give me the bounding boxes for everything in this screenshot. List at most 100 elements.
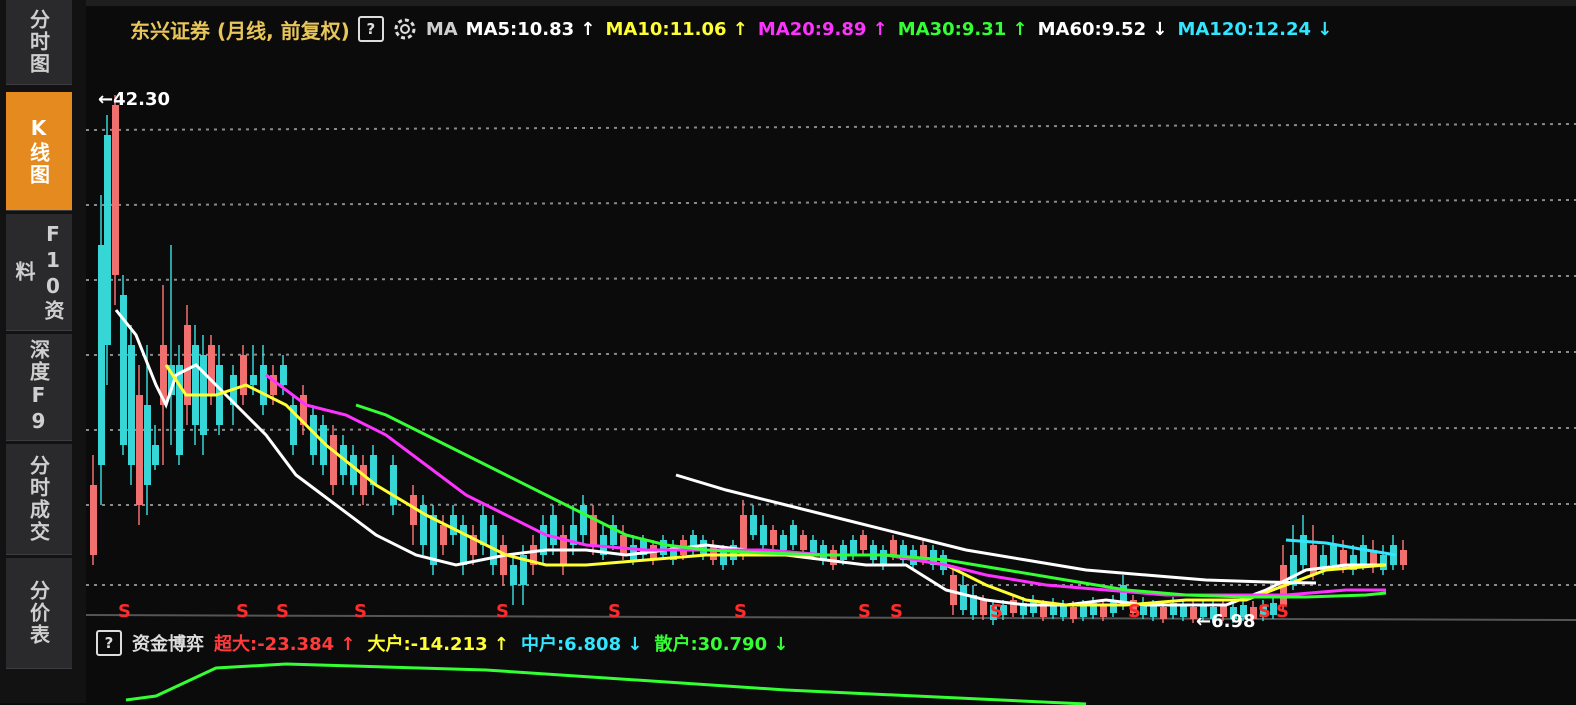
- candle-body: [360, 465, 367, 495]
- candle-body: [820, 545, 827, 560]
- fund-help-icon[interactable]: ?: [96, 630, 122, 656]
- candle-body: [790, 525, 797, 545]
- fund-flow-chart: [125, 662, 1087, 705]
- candlestick-chart[interactable]: ←42.30←6.98S S S S S S S S S S S S S: [86, 45, 1576, 670]
- candle-body: [1100, 605, 1107, 617]
- candle-body: [620, 535, 627, 555]
- tab-time-trades-label: 分时成交: [26, 455, 51, 543]
- candle-body: [780, 535, 787, 550]
- ma-value-3: MA30:9.31 ↑: [897, 18, 1028, 40]
- candle-body: [980, 600, 987, 615]
- tab-kline-chart-label: K线图: [26, 116, 51, 186]
- tab-time-trades[interactable]: 分时成交: [6, 444, 72, 555]
- candle-body: [1080, 605, 1087, 617]
- candle-body: [144, 405, 151, 485]
- chart-header: 东兴证券 (月线, 前复权) ? MA MA5:10.83 ↑ MA10:11.0…: [130, 14, 1576, 44]
- candle-body: [800, 535, 807, 550]
- ma-value-5: MA120:12.24 ↓: [1177, 18, 1333, 40]
- grid-line: [86, 351, 1576, 356]
- high-price-label: ←42.30: [98, 89, 170, 110]
- signal-marker: S: [1276, 601, 1289, 622]
- candle-body: [1400, 550, 1407, 565]
- grid-line: [86, 275, 1576, 281]
- fund-value-3: 散户:30.790 ↓: [654, 634, 789, 655]
- chart-bottom-border: [86, 614, 1576, 621]
- candle-body: [580, 505, 587, 535]
- ma-value-4: MA60:9.52 ↓: [1037, 18, 1168, 40]
- ma-value-2: MA20:9.89 ↑: [757, 18, 888, 40]
- signal-marker: S: [608, 601, 621, 622]
- candle-body: [440, 525, 447, 545]
- candle-body: [770, 530, 777, 545]
- fund-values: 超大:-23.384 ↑ 大户:-14.213 ↑ 中户:6.808 ↓ 散户:30.…: [214, 630, 788, 656]
- candle-body: [1330, 545, 1337, 565]
- candle-body: [840, 545, 847, 560]
- tab-time-chart[interactable]: 分时图: [6, 0, 72, 85]
- candle-body: [1070, 607, 1077, 619]
- tab-f10-info[interactable]: F10资料: [6, 214, 72, 331]
- tab-price-table[interactable]: 分价表: [6, 558, 72, 669]
- ma-values: MA5:10.83 ↑ MA10:11.06 ↑ MA20:9.89 ↑ MA30:9…: [466, 19, 1333, 40]
- candle-body: [1300, 535, 1307, 565]
- grid-line: [86, 503, 1576, 506]
- candle-body: [960, 585, 967, 610]
- help-icon[interactable]: ?: [357, 16, 384, 42]
- signal-marker: S: [858, 601, 871, 622]
- settings-gear-icon[interactable]: [392, 16, 418, 42]
- candle-body: [1160, 607, 1167, 619]
- candle-body: [510, 565, 517, 585]
- signal-marker: S: [354, 601, 367, 622]
- candle-body: [870, 545, 877, 560]
- tab-depth-f9-label: 深度F9: [26, 339, 51, 435]
- candle-body: [890, 540, 897, 555]
- candle-body: [330, 435, 337, 485]
- signal-marker: S: [1258, 601, 1271, 622]
- signal-marker: S: [236, 601, 249, 622]
- candle-body: [450, 515, 457, 535]
- candle-body: [176, 365, 183, 455]
- candle-body: [128, 345, 135, 465]
- tab-kline-chart[interactable]: K线图: [6, 92, 72, 211]
- fund-value-1: 大户:-14.213 ↑: [367, 634, 509, 655]
- candle-body: [192, 345, 199, 425]
- candle-body: [760, 525, 767, 545]
- stock-title: 东兴证券 (月线, 前复权): [130, 18, 350, 43]
- fund-value-2: 中户:6.808 ↓: [520, 634, 643, 655]
- candle-body: [500, 545, 507, 575]
- fund-flow-header: ? 资金博弈 超大:-23.384 ↑ 大户:-14.213 ↑ 中户:6.808 …: [96, 628, 1576, 658]
- candle-body: [880, 550, 887, 565]
- candle-body: [750, 515, 757, 535]
- tab-f10-info-label: F10资料: [12, 222, 65, 322]
- candle-body: [1030, 601, 1037, 613]
- candle-body: [90, 485, 97, 555]
- ma-line-1: [164, 364, 1387, 607]
- candle-body: [1180, 605, 1187, 617]
- candle-body: [1380, 555, 1387, 570]
- candle-body: [1110, 601, 1117, 613]
- candle-body: [260, 365, 267, 405]
- signal-marker: S: [1128, 601, 1141, 622]
- kline-chart-panel: 东兴证券 (月线, 前复权) ? MA MA5:10.83 ↑ MA10:11.0…: [86, 0, 1576, 705]
- signal-marker: S: [276, 601, 289, 622]
- signal-marker: S: [496, 601, 509, 622]
- ma-label: MA: [425, 18, 458, 40]
- tab-price-table-label: 分价表: [26, 580, 51, 646]
- ma-line-4: [675, 473, 1317, 585]
- candle-body: [112, 105, 119, 275]
- candle-body: [390, 465, 397, 505]
- candle-body: [480, 515, 487, 545]
- candle-body: [850, 540, 857, 555]
- candle-body: [208, 345, 215, 395]
- tab-depth-f9[interactable]: 深度F9: [6, 334, 72, 441]
- candle-body: [700, 540, 707, 555]
- sidebar: 分时图 K线图 F10资料 深度F9 分时成交 分价表: [0, 0, 86, 703]
- grid-line: [86, 123, 1576, 131]
- candle-body: [860, 535, 867, 550]
- ma-value-0: MA5:10.83 ↑: [465, 18, 596, 40]
- candle-body: [250, 375, 257, 385]
- candle-body: [280, 365, 287, 385]
- candle-body: [1060, 605, 1067, 617]
- candle-body: [940, 555, 947, 570]
- candle-body: [98, 245, 105, 465]
- fund-value-0: 超大:-23.384 ↑: [214, 634, 356, 655]
